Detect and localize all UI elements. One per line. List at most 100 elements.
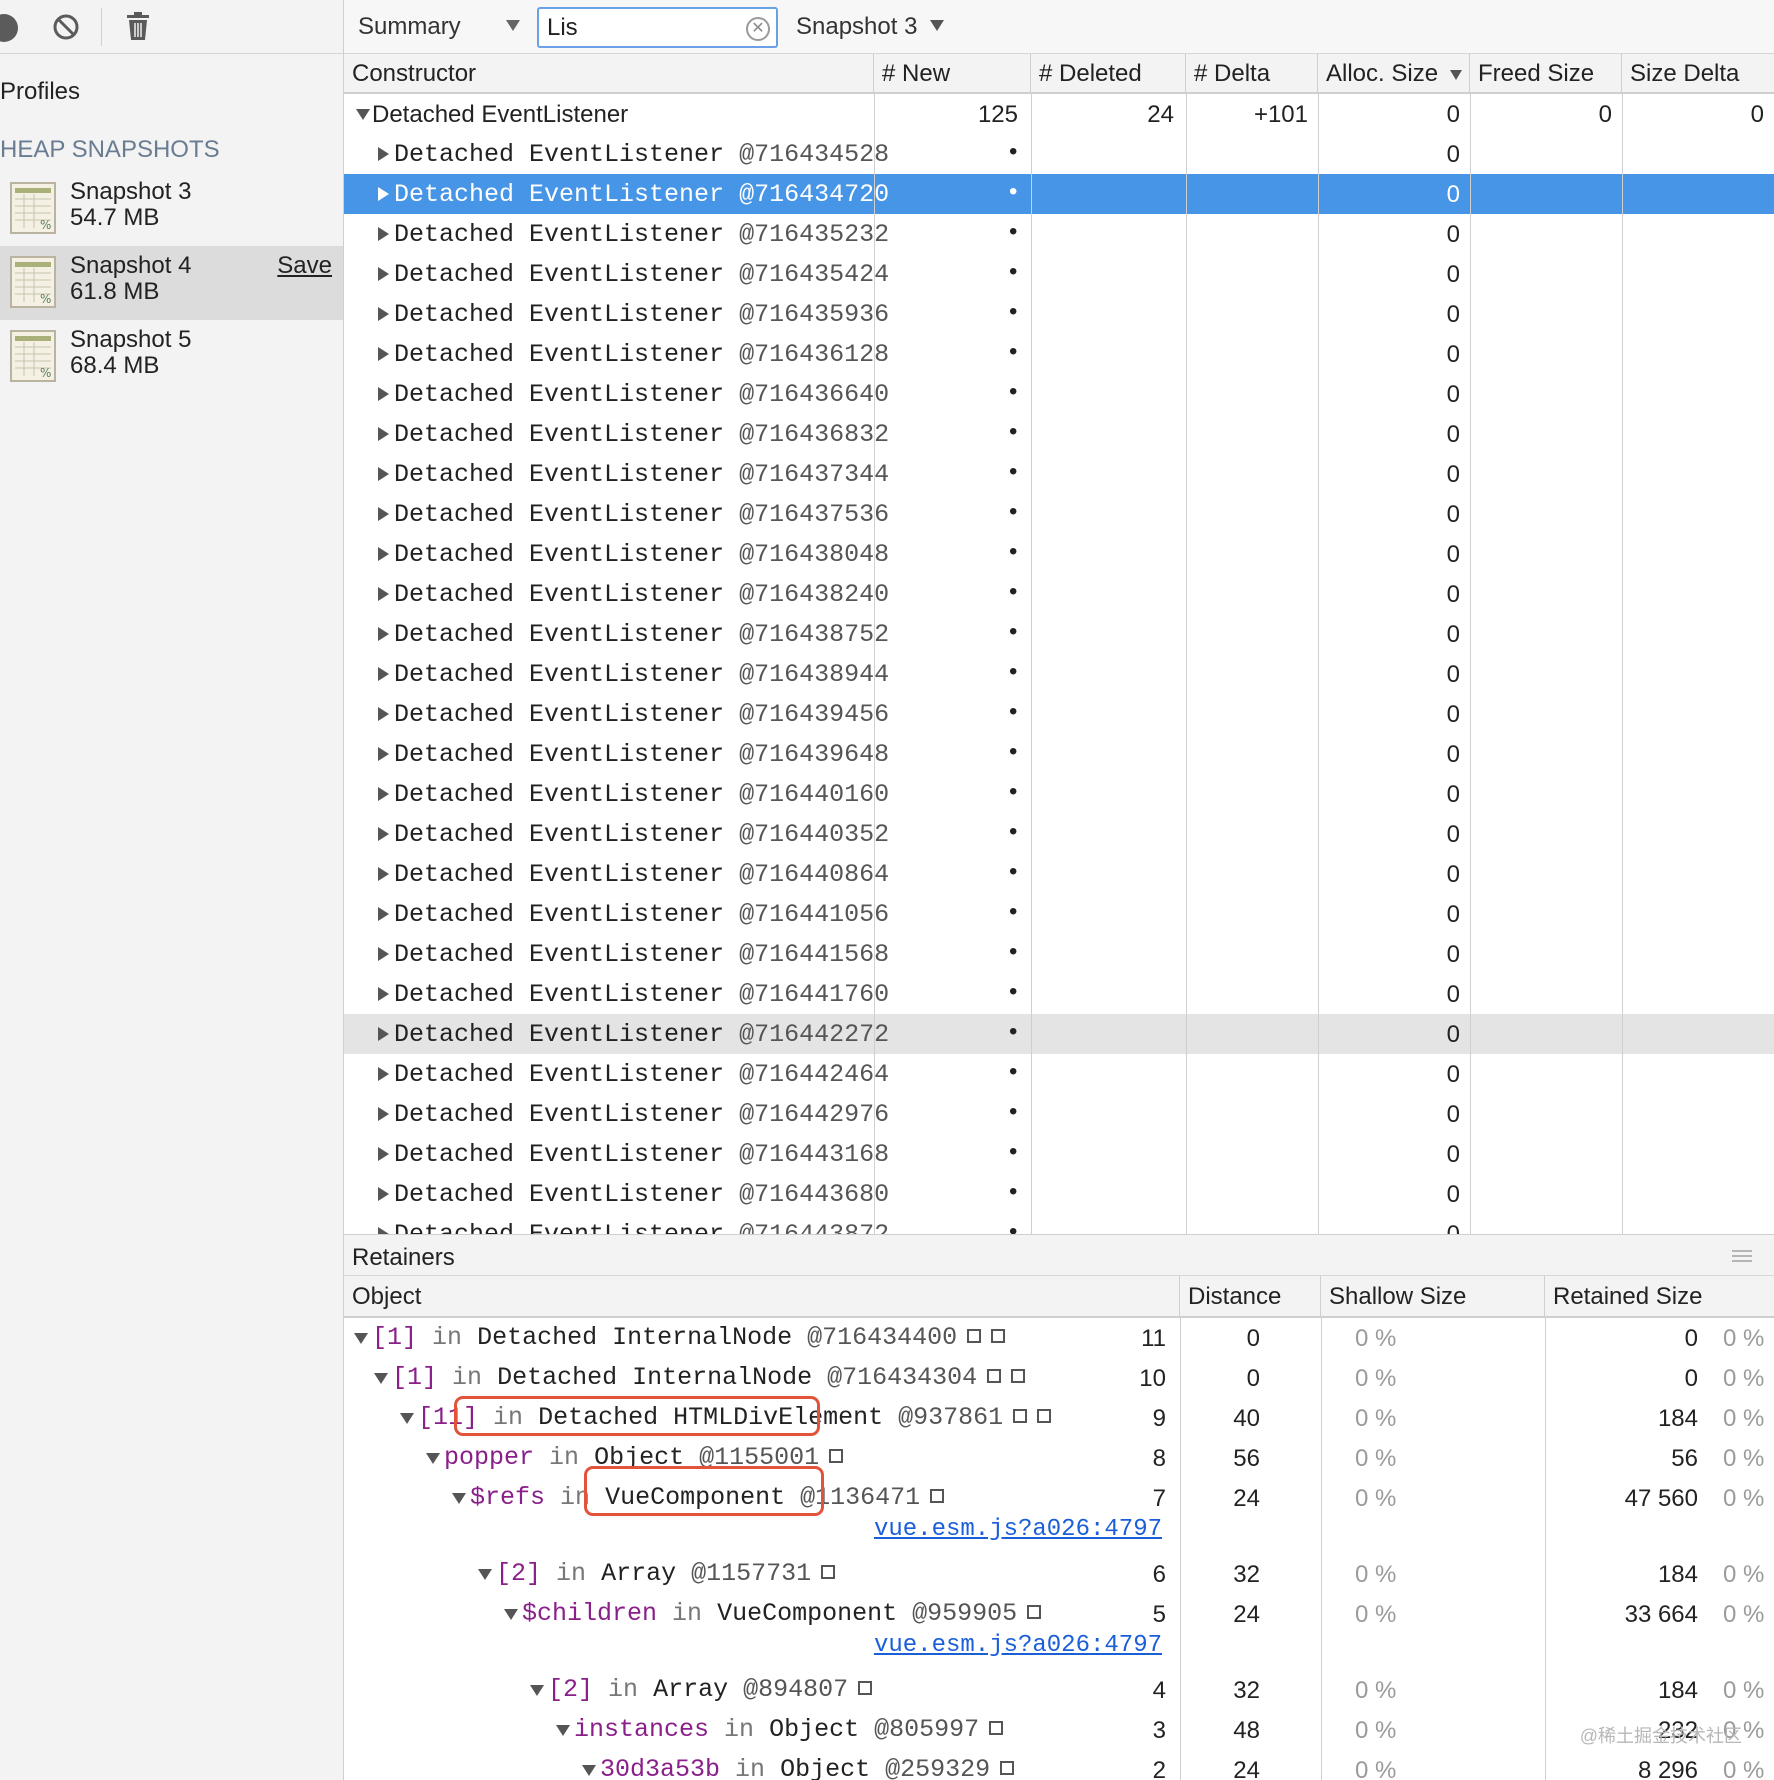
expand-triangle-icon[interactable] bbox=[356, 109, 370, 120]
snapshot-item-3[interactable]: % Snapshot 3 54.7 MB bbox=[0, 172, 343, 246]
expand-triangle-icon[interactable] bbox=[378, 467, 389, 481]
expand-triangle-icon[interactable] bbox=[452, 1493, 466, 1504]
table-row[interactable]: Detached EventListener @716436640 • 0 bbox=[344, 374, 1774, 414]
table-row[interactable]: Detached EventListener @716436128 • 0 bbox=[344, 334, 1774, 374]
expand-triangle-icon[interactable] bbox=[378, 347, 389, 361]
expand-triangle-icon[interactable] bbox=[378, 387, 389, 401]
expand-triangle-icon[interactable] bbox=[378, 1107, 389, 1121]
table-row[interactable]: Detached EventListener @716440864 • 0 bbox=[344, 854, 1774, 894]
clear-icon[interactable] bbox=[52, 13, 80, 41]
column-alloc-size[interactable]: Alloc. Size bbox=[1318, 54, 1470, 94]
column-constructor[interactable]: Constructor bbox=[344, 54, 874, 94]
expand-triangle-icon[interactable] bbox=[378, 907, 389, 921]
expand-triangle-icon[interactable] bbox=[378, 947, 389, 961]
view-select[interactable]: Summary bbox=[358, 10, 528, 44]
expand-triangle-icon[interactable] bbox=[426, 1453, 440, 1464]
expand-triangle-icon[interactable] bbox=[582, 1765, 596, 1776]
expand-triangle-icon[interactable] bbox=[378, 987, 389, 1001]
column-size-delta[interactable]: Size Delta bbox=[1622, 54, 1774, 94]
column-freed-size[interactable]: Freed Size bbox=[1470, 54, 1622, 94]
expand-triangle-icon[interactable] bbox=[378, 187, 389, 201]
group-row[interactable]: Detached EventListener 125 24 +101 0 0 0 bbox=[344, 94, 1774, 134]
expand-triangle-icon[interactable] bbox=[378, 307, 389, 321]
table-row[interactable]: Detached EventListener @716438752 • 0 bbox=[344, 614, 1774, 654]
retainer-row[interactable]: instances in Object @805997 3 48 0 % 232 0 % bbox=[344, 1710, 1774, 1750]
expand-triangle-icon[interactable] bbox=[378, 507, 389, 521]
expand-triangle-icon[interactable] bbox=[378, 1227, 389, 1234]
table-row[interactable]: Detached EventListener @716437344 • 0 bbox=[344, 454, 1774, 494]
snapshot-item-5[interactable]: % Snapshot 5 68.4 MB bbox=[0, 320, 343, 394]
table-row[interactable]: Detached EventListener @716439456 • 0 bbox=[344, 694, 1774, 734]
store-as-global-icon[interactable] bbox=[821, 1565, 836, 1579]
table-row[interactable]: Detached EventListener @716434720 • 0 bbox=[344, 174, 1774, 214]
store-as-global-icon[interactable] bbox=[1027, 1605, 1042, 1619]
expand-triangle-icon[interactable] bbox=[378, 707, 389, 721]
expand-triangle-icon[interactable] bbox=[378, 667, 389, 681]
retainers-title-bar[interactable]: Retainers bbox=[344, 1234, 1774, 1276]
table-row[interactable]: Detached EventListener @716435232 • 0 bbox=[344, 214, 1774, 254]
table-row[interactable]: Detached EventListener @716435424 • 0 bbox=[344, 254, 1774, 294]
expand-triangle-icon[interactable] bbox=[378, 547, 389, 561]
menu-icon[interactable] bbox=[1732, 1249, 1752, 1263]
column-new[interactable]: # New bbox=[874, 54, 1031, 94]
expand-triangle-icon[interactable] bbox=[378, 787, 389, 801]
column-shallow-size[interactable]: Shallow Size bbox=[1321, 1276, 1545, 1318]
table-row[interactable]: Detached EventListener @716442976 • 0 bbox=[344, 1094, 1774, 1134]
compare-snapshot-select[interactable]: Snapshot 3 bbox=[796, 10, 976, 44]
store-as-global-icon[interactable] bbox=[967, 1329, 982, 1343]
table-row[interactable]: Detached EventListener @716437536 • 0 bbox=[344, 494, 1774, 534]
retainer-row[interactable]: popper in Object @1155001 8 56 0 % 56 0 % bbox=[344, 1438, 1774, 1478]
table-row[interactable]: Detached EventListener @716439648 • 0 bbox=[344, 734, 1774, 774]
expand-triangle-icon[interactable] bbox=[378, 867, 389, 881]
column-delta[interactable]: # Delta bbox=[1186, 54, 1318, 94]
retainer-row[interactable]: $refs in VueComponent @1136471 7 24 0 % 47 5… bbox=[344, 1478, 1774, 1518]
expand-triangle-icon[interactable] bbox=[378, 747, 389, 761]
table-row[interactable]: Detached EventListener @716438048 • 0 bbox=[344, 534, 1774, 574]
expand-triangle-icon[interactable] bbox=[530, 1685, 544, 1696]
store-as-global-icon[interactable] bbox=[829, 1449, 844, 1463]
expand-triangle-icon[interactable] bbox=[378, 147, 389, 161]
table-row[interactable]: Detached EventListener @716436832 • 0 bbox=[344, 414, 1774, 454]
expand-triangle-icon[interactable] bbox=[378, 1067, 389, 1081]
trash-icon[interactable] bbox=[125, 11, 151, 41]
snapshot-item-4[interactable]: % Snapshot 4 61.8 MB Save bbox=[0, 246, 343, 320]
retainer-row[interactable]: [2] in Array @1157731 6 32 0 % 184 0 % bbox=[344, 1554, 1774, 1594]
class-filter[interactable]: ✕ bbox=[537, 7, 778, 48]
expand-triangle-icon[interactable] bbox=[378, 227, 389, 241]
table-row[interactable]: Detached EventListener @716442464 • 0 bbox=[344, 1054, 1774, 1094]
store-as-global-icon[interactable] bbox=[930, 1489, 945, 1503]
table-row[interactable]: Detached EventListener @716442272 • 0 bbox=[344, 1014, 1774, 1054]
column-deleted[interactable]: # Deleted bbox=[1031, 54, 1186, 94]
table-row[interactable]: Detached EventListener @716438240 • 0 bbox=[344, 574, 1774, 614]
retainer-row[interactable]: [1] in Detached InternalNode @716434304 1… bbox=[344, 1358, 1774, 1398]
expand-triangle-icon[interactable] bbox=[378, 267, 389, 281]
store-as-global-icon[interactable] bbox=[1000, 1761, 1015, 1775]
table-row[interactable]: Detached EventListener @716441568 • 0 bbox=[344, 934, 1774, 974]
record-icon[interactable] bbox=[0, 14, 18, 42]
expand-triangle-icon[interactable] bbox=[378, 627, 389, 641]
retainer-row[interactable]: $children in VueComponent @959905 5 24 0 % 3… bbox=[344, 1594, 1774, 1634]
expand-triangle-icon[interactable] bbox=[374, 1373, 388, 1384]
column-object[interactable]: Object bbox=[344, 1276, 1180, 1318]
retainer-row[interactable]: [1] in Detached InternalNode @716434400 1… bbox=[344, 1318, 1774, 1358]
reveal-icon[interactable] bbox=[1037, 1409, 1052, 1423]
clear-filter-icon[interactable]: ✕ bbox=[746, 17, 770, 41]
expand-triangle-icon[interactable] bbox=[378, 587, 389, 601]
save-snapshot-link[interactable]: Save bbox=[277, 252, 332, 280]
table-row[interactable]: Detached EventListener @716434528 • 0 bbox=[344, 134, 1774, 174]
expand-triangle-icon[interactable] bbox=[378, 427, 389, 441]
table-row[interactable]: Detached EventListener @716441056 • 0 bbox=[344, 894, 1774, 934]
reveal-icon[interactable] bbox=[1011, 1369, 1026, 1383]
table-row[interactable]: Detached EventListener @716440352 • 0 bbox=[344, 814, 1774, 854]
expand-triangle-icon[interactable] bbox=[378, 1187, 389, 1201]
table-row[interactable]: Detached EventListener @716443872 • 0 bbox=[344, 1214, 1774, 1234]
source-link[interactable]: vue.esm.js?a026:4797 bbox=[874, 1632, 1162, 1659]
column-distance[interactable]: Distance bbox=[1180, 1276, 1321, 1318]
store-as-global-icon[interactable] bbox=[1013, 1409, 1028, 1423]
table-row[interactable]: Detached EventListener @716443680 • 0 bbox=[344, 1174, 1774, 1214]
class-filter-input[interactable] bbox=[547, 13, 727, 43]
table-row[interactable]: Detached EventListener @716443168 • 0 bbox=[344, 1134, 1774, 1174]
expand-triangle-icon[interactable] bbox=[378, 1027, 389, 1041]
column-retained-size[interactable]: Retained Size bbox=[1545, 1276, 1774, 1318]
table-row[interactable]: Detached EventListener @716435936 • 0 bbox=[344, 294, 1774, 334]
